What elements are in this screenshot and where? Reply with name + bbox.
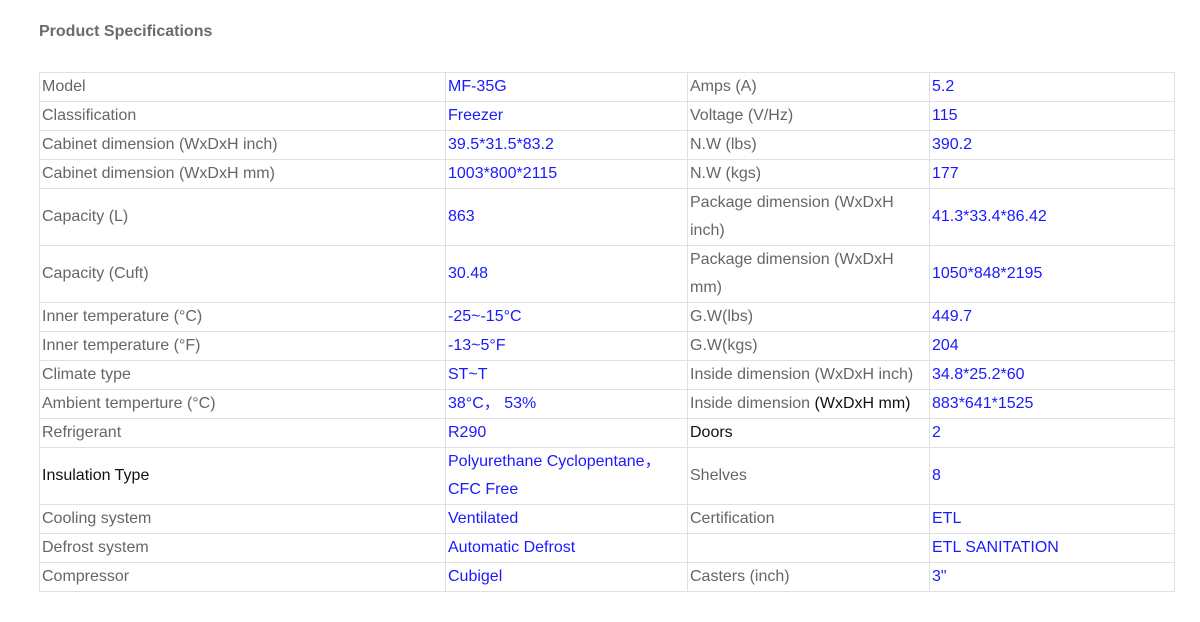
spec-value: -13~5°F — [445, 331, 688, 361]
table-row: Inner temperature (°C) -25~-15°C G.W(lbs… — [39, 302, 1175, 332]
spec-label: N.W (kgs) — [687, 159, 930, 189]
spec-label: Package dimension (WxDxH mm) — [687, 245, 930, 303]
spec-label: Shelves — [687, 447, 930, 505]
spec-label: Ambient temperture (°C) — [39, 389, 446, 419]
spec-value: ETL SANITATION — [929, 533, 1175, 563]
spec-label: Cabinet dimension (WxDxH inch) — [39, 130, 446, 160]
spec-value: 390.2 — [929, 130, 1175, 160]
spec-label-unit: (WxDxH mm) — [814, 395, 911, 412]
spec-label-prefix: Inside dimension — [690, 395, 815, 412]
spec-label: Classification — [39, 101, 446, 131]
spec-value: 38°C， 53% — [445, 389, 688, 419]
table-row: Climate type ST~T Inside dimension (WxDx… — [39, 360, 1175, 390]
spec-label: G.W(kgs) — [687, 331, 930, 361]
table-row: Inner temperature (°F) -13~5°F G.W(kgs) … — [39, 331, 1175, 361]
spec-value: ETL — [929, 504, 1175, 534]
spec-value: 204 — [929, 331, 1175, 361]
spec-label — [687, 533, 930, 563]
spec-label: Inside dimension (WxDxH inch) — [687, 360, 930, 390]
spec-label: Defrost system — [39, 533, 446, 563]
table-row: Insulation Type Polyurethane Cyclopentan… — [39, 447, 1175, 505]
spec-label: Package dimension (WxDxH inch) — [687, 188, 930, 246]
spec-label: Compressor — [39, 562, 446, 592]
spec-value: 30.48 — [445, 245, 688, 303]
table-row: Cabinet dimension (WxDxH inch) 39.5*31.5… — [39, 130, 1175, 160]
spec-value: 41.3*33.4*86.42 — [929, 188, 1175, 246]
table-row: Capacity (L) 863 Package dimension (WxDx… — [39, 188, 1175, 246]
spec-label: Amps (A) — [687, 72, 930, 102]
spec-value: MF-35G — [445, 72, 688, 102]
spec-value: 1003*800*2115 — [445, 159, 688, 189]
table-row: Cabinet dimension (WxDxH mm) 1003*800*21… — [39, 159, 1175, 189]
spec-table: Model MF-35G Amps (A) 5.2 Classification… — [39, 72, 1175, 592]
spec-value: 883*641*1525 — [929, 389, 1175, 419]
table-row: Model MF-35G Amps (A) 5.2 — [39, 72, 1175, 102]
spec-value: 863 — [445, 188, 688, 246]
spec-label: Inner temperature (°C) — [39, 302, 446, 332]
spec-value: Freezer — [445, 101, 688, 131]
spec-value: 34.8*25.2*60 — [929, 360, 1175, 390]
table-row: Defrost system Automatic Defrost ETL SAN… — [39, 533, 1175, 563]
spec-label: N.W (lbs) — [687, 130, 930, 160]
spec-value: -25~-15°C — [445, 302, 688, 332]
table-row: Classification Freezer Voltage (V/Hz) 11… — [39, 101, 1175, 131]
page-title: Product Specifications — [39, 23, 213, 40]
spec-value: Ventilated — [445, 504, 688, 534]
table-row: Ambient temperture (°C) 38°C， 53% Inside… — [39, 389, 1175, 419]
spec-value: 449.7 — [929, 302, 1175, 332]
spec-value: Cubigel — [445, 562, 688, 592]
spec-label: G.W(lbs) — [687, 302, 930, 332]
spec-value: 5.2 — [929, 72, 1175, 102]
spec-label: Capacity (L) — [39, 188, 446, 246]
spec-label: Doors — [687, 418, 930, 448]
table-row: Capacity (Cuft) 30.48 Package dimension … — [39, 245, 1175, 303]
spec-label: Cooling system — [39, 504, 446, 534]
spec-value: 177 — [929, 159, 1175, 189]
table-row: Cooling system Ventilated Certification … — [39, 504, 1175, 534]
spec-value: 39.5*31.5*83.2 — [445, 130, 688, 160]
spec-label: Climate type — [39, 360, 446, 390]
spec-label: Inside dimension (WxDxH mm) — [687, 389, 930, 419]
spec-label: Inner temperature (°F) — [39, 331, 446, 361]
spec-label: Certification — [687, 504, 930, 534]
table-row: Compressor Cubigel Casters (inch) 3" — [39, 562, 1175, 592]
spec-label: Model — [39, 72, 446, 102]
spec-label: Capacity (Cuft) — [39, 245, 446, 303]
spec-value: 8 — [929, 447, 1175, 505]
table-row: Refrigerant R290 Doors 2 — [39, 418, 1175, 448]
spec-label: Casters (inch) — [687, 562, 930, 592]
spec-label: Voltage (V/Hz) — [687, 101, 930, 131]
spec-value: R290 — [445, 418, 688, 448]
spec-value: ST~T — [445, 360, 688, 390]
spec-value: 1050*848*2195 — [929, 245, 1175, 303]
spec-value: 3" — [929, 562, 1175, 592]
spec-label: Cabinet dimension (WxDxH mm) — [39, 159, 446, 189]
spec-label: Insulation Type — [39, 447, 446, 505]
spec-value: 115 — [929, 101, 1175, 131]
spec-value: Automatic Defrost — [445, 533, 688, 563]
spec-value: Polyurethane Cyclopentane，CFC Free — [445, 447, 688, 505]
spec-label: Refrigerant — [39, 418, 446, 448]
spec-value: 2 — [929, 418, 1175, 448]
